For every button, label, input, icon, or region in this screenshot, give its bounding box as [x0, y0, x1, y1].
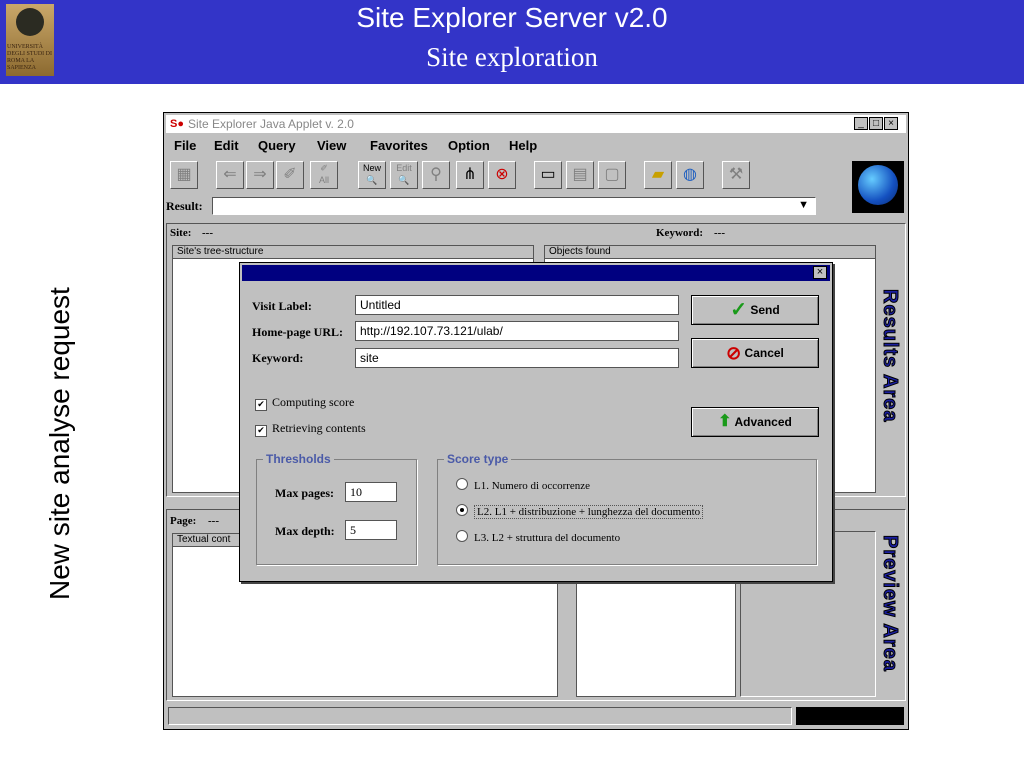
objects-header: Objects found — [545, 246, 875, 259]
cancel-button[interactable]: ⊘ Cancel — [691, 338, 819, 368]
status-bar — [168, 707, 792, 725]
keyword-value: --- — [714, 227, 725, 239]
dialog-titlebar[interactable]: × — [242, 265, 830, 281]
advanced-label: Advanced — [734, 415, 792, 429]
site-value: --- — [202, 227, 213, 239]
keyword-field[interactable]: site — [355, 348, 679, 368]
preview-area-label: Preview Area — [879, 535, 902, 673]
score-option-l2[interactable]: L2. L1 + distribuzione + lunghezza del d… — [456, 504, 704, 519]
eraser-icon[interactable]: ✐ — [276, 161, 304, 189]
search-icon[interactable]: ⚲ — [422, 161, 450, 189]
new-site-dialog: × Visit Label: Untitled Home-page URL: h… — [239, 262, 833, 582]
check-mark-icon: ✔ — [255, 425, 267, 437]
retrieving-contents-checkbox[interactable]: ✔ Retrieving contents — [255, 421, 366, 437]
progress-bar — [796, 707, 904, 725]
result-label: Result: — [166, 199, 203, 213]
keyword-field-label: Keyword: — [252, 351, 304, 365]
retrieving-contents-label: Retrieving contents — [272, 421, 366, 435]
score-option-l2-label: L2. L1 + distribuzione + lunghezza del d… — [474, 505, 704, 519]
thresholds-title: Thresholds — [263, 452, 334, 466]
slide-title: Site Explorer Server v2.0 — [356, 2, 668, 33]
minimize-button[interactable]: _ — [854, 117, 868, 130]
max-depth-field[interactable]: 5 — [345, 520, 397, 540]
stop-icon[interactable]: ⊗ — [488, 161, 516, 189]
score-option-l3-label: L3. L2 + struttura del documento — [474, 532, 621, 544]
menu-help[interactable]: Help — [509, 138, 537, 153]
score-option-l1-label: L1. Numero di occorrenze — [474, 480, 591, 492]
cancel-label: Cancel — [744, 346, 784, 360]
new-query-icon[interactable]: New 🔍 — [358, 161, 386, 189]
menu-option[interactable]: Option — [448, 138, 490, 153]
page-label: Page: — [170, 515, 197, 527]
menu-favorites[interactable]: Favorites — [370, 138, 428, 153]
menu-edit[interactable]: Edit — [214, 138, 239, 153]
check-mark-icon: ✔ — [255, 399, 267, 411]
tree-icon[interactable]: ▦ — [170, 161, 198, 189]
results-area-label: Results Area — [879, 289, 902, 424]
check-icon: ✓ — [730, 299, 748, 321]
back-icon[interactable]: ⇐ — [216, 161, 244, 189]
menu-file[interactable]: File — [174, 138, 196, 153]
tree-header: Site's tree-structure — [173, 246, 533, 259]
radio-selected-icon — [456, 504, 468, 516]
visit-label-field[interactable]: Untitled — [355, 295, 679, 315]
radio-icon — [456, 478, 468, 490]
edit-query-icon[interactable]: Edit 🔍 — [390, 161, 418, 189]
score-option-l1[interactable]: L1. Numero di occorrenze — [456, 478, 590, 492]
keyword-label: Keyword: — [656, 227, 704, 239]
app-icon: S● — [170, 118, 184, 130]
computing-score-checkbox[interactable]: ✔ Computing score — [255, 395, 354, 411]
close-button[interactable]: × — [884, 117, 898, 130]
site-label: Site: — [170, 227, 192, 239]
score-option-l3[interactable]: L3. L2 + struttura del documento — [456, 530, 620, 544]
explore-icon[interactable]: ◍ — [676, 161, 704, 189]
erase-all-icon[interactable]: ✐ All — [310, 161, 338, 189]
score-type-group: Score type L1. Numero di occorrenze L2. … — [437, 452, 817, 565]
window-title: Site Explorer Java Applet v. 2.0 — [188, 117, 354, 131]
list-icon[interactable]: ▤ — [566, 161, 594, 189]
max-depth-label: Max depth: — [275, 524, 335, 538]
send-label: Send — [750, 303, 780, 317]
edit-query-label: Edit — [396, 163, 412, 173]
score-type-title: Score type — [444, 452, 512, 466]
folder-icon[interactable]: ▰ — [644, 161, 672, 189]
page-value: --- — [208, 515, 219, 527]
visit-label: Visit Label: — [252, 299, 312, 313]
forward-icon[interactable]: ⇒ — [246, 161, 274, 189]
window-titlebar[interactable]: S● Site Explorer Java Applet v. 2.0 _ □ … — [166, 115, 906, 133]
menu-view[interactable]: View — [317, 138, 346, 153]
menu-bar: File Edit Query View Favorites Option He… — [166, 135, 906, 155]
menu-query[interactable]: Query — [258, 138, 296, 153]
new-query-label: New — [362, 163, 381, 173]
maximize-button[interactable]: □ — [869, 117, 883, 130]
erase-all-label: All — [318, 175, 329, 185]
cancel-icon: ⊘ — [726, 343, 742, 363]
preview-icon[interactable]: ▢ — [598, 161, 626, 189]
slide-subtitle: Site exploration — [426, 42, 598, 72]
computing-score-label: Computing score — [272, 395, 355, 409]
tools-icon[interactable]: ⚒ — [722, 161, 750, 189]
chevron-down-icon[interactable]: ▼ — [798, 199, 809, 211]
radio-icon — [456, 530, 468, 542]
url-field[interactable]: http://192.107.73.121/ulab/ — [355, 321, 679, 341]
max-pages-field[interactable]: 10 — [345, 482, 397, 502]
dialog-close-button[interactable]: × — [813, 266, 827, 279]
result-select[interactable]: ▼ — [212, 197, 816, 215]
arrow-up-icon: ⬆ — [718, 413, 732, 430]
max-pages-label: Max pages: — [275, 486, 334, 500]
side-caption: New site analyse request — [44, 287, 75, 600]
structure-icon[interactable]: ⋔ — [456, 161, 484, 189]
window-icon[interactable]: ▭ — [534, 161, 562, 189]
thresholds-group: Thresholds Max pages: 10 Max depth: 5 — [256, 452, 417, 565]
send-button[interactable]: ✓ Send — [691, 295, 819, 325]
url-label: Home-page URL: — [252, 325, 343, 339]
advanced-button[interactable]: ⬆ Advanced — [691, 407, 819, 437]
globe-icon — [852, 161, 904, 213]
